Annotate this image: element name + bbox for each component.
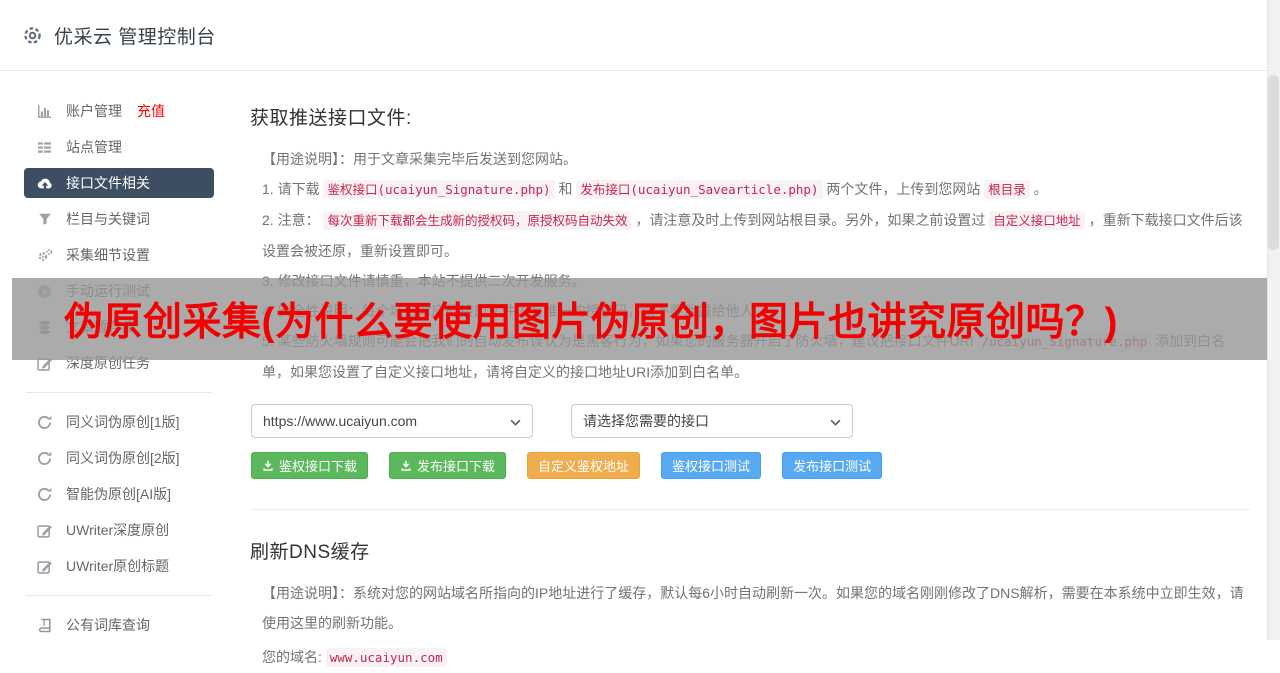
sidebar-item-label: 公有词库查询	[66, 617, 150, 633]
section-divider	[250, 509, 1250, 510]
instruction-text: 和	[554, 181, 577, 197]
refresh-icon	[36, 451, 53, 466]
publish-download-button[interactable]: 发布接口下载	[389, 452, 507, 479]
auth-test-button[interactable]: 鉴权接口测试	[661, 452, 762, 479]
code-snippet: 自定义接口地址	[989, 211, 1085, 230]
instruction-line: 1. 请下载 鉴权接口(ucaiyun_Signature.php) 和 发布接…	[250, 174, 1250, 205]
code-snippet: 每次重新下载都会生成新的授权码，原授权码自动失效	[323, 211, 632, 230]
sidebar-item-label: 账户管理	[66, 103, 122, 119]
overlay-banner: 伪原创采集(为什么要使用图片伪原创，图片也讲究原创吗？)	[12, 278, 1267, 360]
refresh-icon	[36, 415, 53, 430]
instruction-text: 两个文件，上传到您网站	[822, 181, 985, 197]
interface-select-value: 请选择您需要的接口	[583, 413, 709, 429]
button-label: 自定义鉴权地址	[538, 459, 630, 474]
sidebar-item-label: 同义词伪原创[2版]	[66, 450, 180, 466]
chevron-down-icon	[830, 413, 841, 429]
filter-icon	[36, 212, 53, 226]
interface-select[interactable]: 请选择您需要的接口	[571, 404, 853, 438]
instruction-text: 。	[1029, 181, 1048, 197]
sidebar-item-label: UWriter原创标题	[66, 558, 170, 574]
scrollbar-thumb[interactable]	[1268, 75, 1279, 250]
sidebar-item-label: 站点管理	[66, 139, 122, 155]
sidebar-item-collection-details[interactable]: 采集细节设置	[24, 237, 214, 273]
sidebar-divider	[26, 392, 212, 393]
auth-download-button[interactable]: 鉴权接口下载	[251, 452, 369, 479]
domain-row: 您的域名: www.ucaiyun.com	[250, 642, 1250, 673]
custom-auth-address-button[interactable]: 自定义鉴权地址	[527, 452, 641, 479]
button-row: 鉴权接口下载 发布接口下载 自定义鉴权地址 鉴权接口测试 发布接口测试	[251, 452, 1250, 479]
domain-label: 您的域名:	[262, 649, 326, 665]
instruction-text: ，请注意及时上传到网站根目录。另外，如果之前设置过	[631, 212, 990, 228]
domain-value: www.ucaiyun.com	[325, 648, 447, 667]
sidebar-item-label: 采集细节设置	[66, 247, 150, 263]
list-icon	[36, 140, 53, 155]
button-label: 发布接口下载	[417, 459, 496, 474]
download-icon	[400, 460, 412, 472]
edit-icon	[36, 523, 53, 538]
sidebar-item-label: UWriter深度原创	[66, 522, 170, 538]
refresh-icon	[36, 487, 53, 502]
sidebar-item-uwriter-original-title[interactable]: UWriter原创标题	[24, 548, 214, 584]
sidebar-item-uwriter-deep-original[interactable]: UWriter深度原创	[24, 512, 214, 548]
sidebar: 账户管理充值站点管理接口文件相关栏目与关键词采集细节设置手动运行测试文章暂存库深…	[24, 93, 214, 643]
book-icon	[36, 618, 53, 633]
recharge-link[interactable]: 充值	[137, 101, 165, 121]
app-title: 优采云 管理控制台	[54, 26, 216, 48]
sidebar-item-account-management[interactable]: 账户管理 充值	[24, 93, 214, 129]
gears-icon	[36, 248, 53, 263]
publish-test-button[interactable]: 发布接口测试	[782, 452, 883, 479]
controls-row: https://www.ucaiyun.com 请选择您需要的接口	[251, 404, 1250, 438]
download-icon	[262, 460, 274, 472]
code-snippet: 根目录	[984, 180, 1030, 199]
sidebar-item-synonym-rewrite-v2[interactable]: 同义词伪原创[2版]	[24, 440, 214, 476]
cloud-upload-icon	[36, 177, 53, 190]
sidebar-item-interface-files[interactable]: 接口文件相关	[24, 168, 214, 198]
sidebar-item-label: 栏目与关键词	[66, 211, 150, 227]
site-select[interactable]: https://www.ucaiyun.com	[251, 404, 533, 438]
instruction-text: 1. 请下载	[262, 181, 324, 197]
button-label: 鉴权接口测试	[672, 459, 751, 474]
sidebar-item-label: 智能伪原创[AI版]	[66, 486, 172, 502]
sidebar-item-site-management[interactable]: 站点管理	[24, 129, 214, 165]
edit-icon	[36, 559, 53, 574]
scrollbar-track[interactable]	[1267, 0, 1280, 640]
app-header: 优采云 管理控制台	[0, 0, 1280, 71]
chevron-down-icon	[510, 413, 521, 429]
instruction-line: 2. 注意： 每次重新下载都会生成新的授权码，原授权码自动失效 ，请注意及时上传…	[250, 205, 1250, 266]
code-snippet: 鉴权接口(ucaiyun_Signature.php)	[323, 180, 555, 199]
sidebar-item-label: 接口文件相关	[66, 175, 150, 191]
section-title-dns: 刷新DNS缓存	[250, 542, 370, 563]
dns-usage-note: 【用途说明】：系统对您的网站域名所指向的IP地址进行了缓存，默认每6小时自动刷新…	[262, 585, 1244, 631]
instruction-text: 2. 注意：	[262, 212, 324, 228]
sidebar-item-ai-rewrite[interactable]: 智能伪原创[AI版]	[24, 476, 214, 512]
sidebar-item-public-lexicon-query[interactable]: 公有词库查询	[24, 607, 214, 643]
bar-chart-icon	[36, 104, 53, 119]
sidebar-divider	[26, 595, 212, 596]
section-title-interface: 获取推送接口文件:	[250, 108, 412, 129]
main-content: 获取推送接口文件: 【用途说明】：用于文章采集完毕后发送到您网站。 1. 请下载…	[250, 70, 1250, 673]
sidebar-item-synonym-rewrite-v1[interactable]: 同义词伪原创[1版]	[24, 404, 214, 440]
sidebar-item-columns-keywords[interactable]: 栏目与关键词	[24, 201, 214, 237]
usage-note: 【用途说明】：用于文章采集完毕后发送到您网站。	[262, 151, 577, 167]
banner-text: 伪原创采集(为什么要使用图片伪原创，图片也讲究原创吗？)	[64, 301, 1118, 344]
site-select-value: https://www.ucaiyun.com	[263, 413, 418, 429]
gear-icon	[22, 25, 43, 46]
sidebar-item-label: 同义词伪原创[1版]	[66, 414, 180, 430]
button-label: 发布接口测试	[793, 459, 872, 474]
code-snippet: 发布接口(ucaiyun_Savearticle.php)	[576, 180, 823, 199]
button-label: 鉴权接口下载	[279, 459, 358, 474]
